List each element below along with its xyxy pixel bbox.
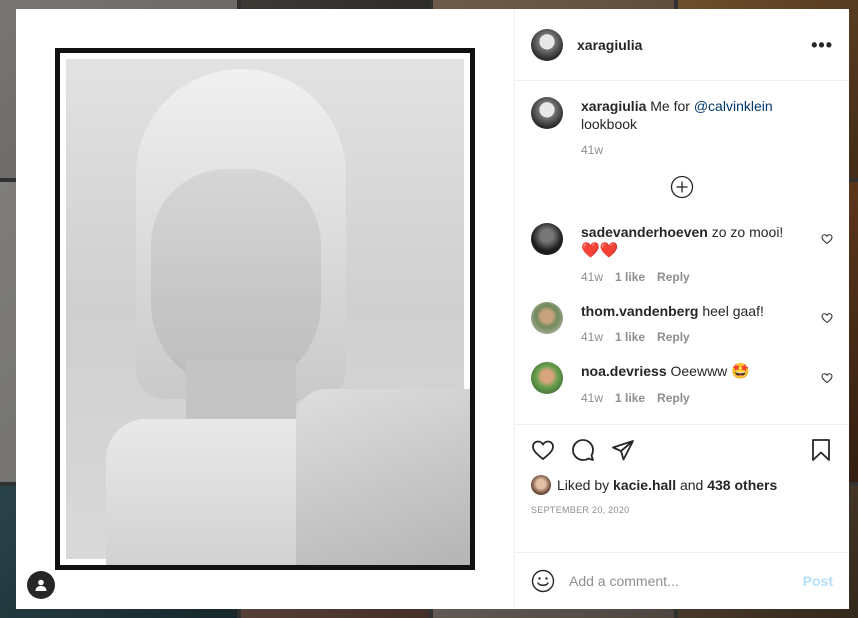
comment-input[interactable] <box>569 573 803 589</box>
post-sidebar: xaragiulia ••• xaragiulia Me for @calvin… <box>514 9 849 609</box>
liked-by-middle: and <box>676 477 708 493</box>
avatar[interactable] <box>531 28 563 61</box>
post-author-username[interactable]: xaragiulia <box>577 37 642 53</box>
caption-timestamp[interactable]: 41w <box>581 143 603 157</box>
heart-icon[interactable] <box>531 438 555 462</box>
comment-timestamp[interactable]: 41w <box>581 270 603 284</box>
comment-emoji: ❤️❤️ <box>581 242 619 259</box>
caption-username[interactable]: xaragiulia <box>581 98 646 114</box>
list-item: thom.vandenberg heel gaaf! 41w 1 like Re… <box>531 302 833 344</box>
comment-icon[interactable] <box>571 438 595 462</box>
smiley-icon[interactable] <box>531 569 555 593</box>
post-date[interactable]: SEPTEMBER 20, 2020 <box>531 505 833 515</box>
comment-username[interactable]: sadevanderhoeven <box>581 224 708 240</box>
comment-likes[interactable]: 1 like <box>615 270 645 284</box>
list-item: noa.devriess Oeewww 🤩 41w 1 like Reply <box>531 362 833 405</box>
post-modal: xaragiulia ••• xaragiulia Me for @calvin… <box>16 9 849 609</box>
avatar[interactable] <box>531 475 551 495</box>
add-comment-bar: Post <box>515 553 849 609</box>
caption: xaragiulia Me for @calvinklein lookbook … <box>531 97 833 157</box>
bookmark-icon[interactable] <box>809 438 833 462</box>
post-header: xaragiulia ••• <box>515 9 849 81</box>
reply-button[interactable]: Reply <box>657 330 690 344</box>
comment-likes[interactable]: 1 like <box>615 330 645 344</box>
comment-username[interactable]: thom.vandenberg <box>581 303 698 319</box>
comment-text: zo zo mooi! <box>711 224 784 240</box>
reply-button[interactable]: Reply <box>657 270 690 284</box>
plus-circle-icon[interactable] <box>670 175 694 199</box>
portrait-image <box>66 59 470 565</box>
comments-list[interactable]: xaragiulia Me for @calvinklein lookbook … <box>515 81 849 425</box>
heart-icon[interactable] <box>821 233 833 245</box>
post-button[interactable]: Post <box>803 573 833 589</box>
list-item: sadevanderhoeven zo zo mooi! ❤️❤️ 41w 1 … <box>531 223 833 284</box>
heart-icon[interactable] <box>821 372 833 384</box>
mention-link[interactable]: @calvinklein <box>694 98 773 114</box>
liked-by-user[interactable]: kacie.hall <box>613 477 676 493</box>
comment-username[interactable]: noa.devriess <box>581 363 667 379</box>
comment-likes[interactable]: 1 like <box>615 391 645 405</box>
heart-icon[interactable] <box>821 312 833 324</box>
reply-button[interactable]: Reply <box>657 391 690 405</box>
caption-text-after: lookbook <box>581 116 638 132</box>
liked-by-prefix: Liked by <box>557 477 614 493</box>
liked-by: Liked by kacie.hall and 438 others <box>531 475 833 495</box>
comment-text: heel gaaf! <box>702 303 764 319</box>
avatar[interactable] <box>531 223 563 255</box>
user-tag-icon[interactable] <box>27 571 55 599</box>
comment-timestamp[interactable]: 41w <box>581 330 603 344</box>
post-media <box>16 9 514 609</box>
caption-text-before: Me for <box>650 98 694 114</box>
avatar[interactable] <box>531 302 563 334</box>
avatar[interactable] <box>531 362 563 394</box>
comment-emoji: 🤩 <box>731 363 750 380</box>
comment-timestamp[interactable]: 41w <box>581 391 603 405</box>
post-actions: Liked by kacie.hall and 438 others SEPTE… <box>515 425 849 553</box>
comment-text: Oeewww <box>670 363 728 379</box>
more-options-button[interactable]: ••• <box>811 36 833 54</box>
liked-by-others[interactable]: 438 others <box>707 477 777 493</box>
load-more-comments[interactable] <box>531 175 833 199</box>
paper-plane-icon[interactable] <box>611 438 635 462</box>
post-photo[interactable] <box>55 48 475 570</box>
avatar[interactable] <box>531 97 563 129</box>
